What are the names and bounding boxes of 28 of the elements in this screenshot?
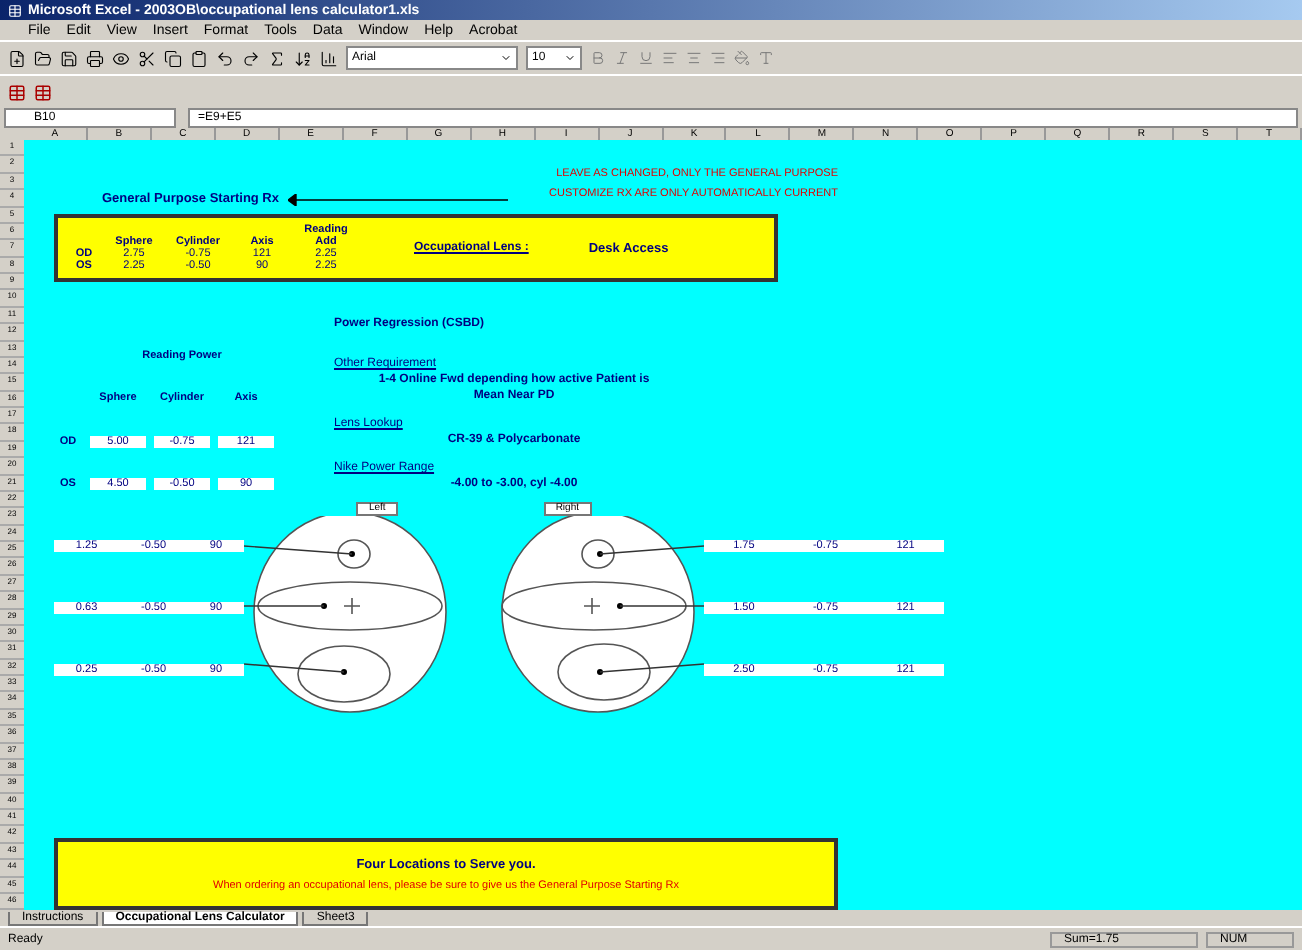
app-icon — [8, 3, 22, 17]
redo-icon[interactable] — [242, 49, 260, 67]
chart-icon[interactable] — [320, 49, 338, 67]
leader-line — [599, 663, 704, 673]
scissors-icon[interactable] — [138, 49, 156, 67]
sort-icon[interactable] — [294, 49, 312, 67]
preview-icon[interactable] — [112, 49, 130, 67]
dropdown-icon[interactable] — [564, 52, 576, 64]
fill-color-icon[interactable] — [734, 50, 750, 66]
open-folder-icon[interactable] — [34, 49, 52, 67]
table-icon[interactable] — [8, 83, 26, 101]
italic-icon[interactable] — [614, 50, 630, 66]
clipboard-icon[interactable] — [190, 49, 208, 67]
leader-line — [244, 663, 345, 673]
leader-line — [244, 545, 353, 555]
sigma-icon[interactable] — [268, 49, 286, 67]
font-color-icon[interactable] — [758, 50, 774, 66]
leader-line — [619, 605, 704, 607]
printer-icon[interactable] — [86, 49, 104, 67]
save-icon[interactable] — [60, 49, 78, 67]
new-file-icon[interactable] — [8, 49, 26, 67]
leader-line — [599, 545, 704, 555]
undo-icon[interactable] — [216, 49, 234, 67]
table-icon[interactable] — [34, 83, 52, 101]
dropdown-icon[interactable] — [500, 52, 512, 64]
arrow-icon — [287, 193, 507, 205]
leader-line — [244, 605, 325, 607]
copy-icon[interactable] — [164, 49, 182, 67]
